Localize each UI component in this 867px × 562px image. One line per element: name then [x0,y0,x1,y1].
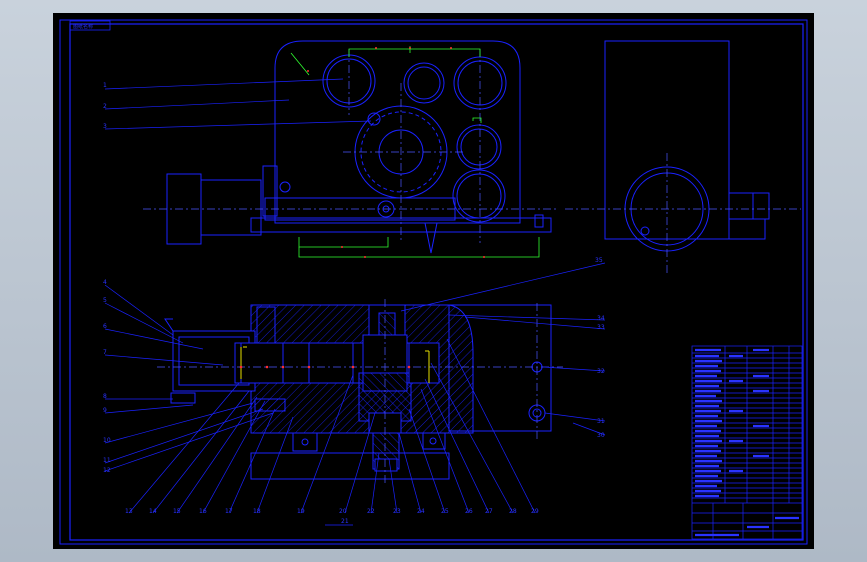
part-label: 4 [103,279,107,286]
part-labels-bottom: 13 14 15 16 17 18 19 20 21 22 23 24 25 2… [125,508,539,525]
part-label: 1 [103,82,107,89]
side-centerlines [565,153,801,273]
part-label: 9 [103,407,107,414]
part-label: 8 [103,393,107,400]
part-labels-right: 35 34 33 32 31 30 [595,257,605,439]
part-label: 12 [103,467,111,474]
part-label: 16 [199,508,207,515]
part-label: 26 [465,508,473,515]
part-label: 31 [597,418,605,425]
section-view [164,304,552,480]
part-label: 23 [393,508,401,515]
part-label: 21 [341,518,349,525]
part-label: 19 [297,508,305,515]
cad-viewport[interactable]: 图纸名称 1 2 3 4 5 6 7 8 9 10 11 12 13 14 15… [53,13,814,549]
front-view [166,40,552,254]
side-view [604,40,770,252]
part-label: 14 [149,508,157,515]
part-label: 34 [597,315,605,322]
part-label: 24 [417,508,425,515]
part-labels-left-mid: 4 5 6 7 8 9 10 11 12 [103,279,111,474]
part-label: 5 [103,297,107,304]
part-label: 29 [531,508,539,515]
part-label: 11 [103,457,111,464]
part-label: 25 [441,508,449,515]
corner-label: 图纸名称 [73,23,93,30]
part-label: 30 [597,432,605,439]
leader-lines [104,78,606,514]
part-label: 20 [339,508,347,515]
part-label: 22 [367,508,375,515]
inner-frame [69,23,804,541]
part-label: 3 [103,123,107,130]
part-label: 15 [173,508,181,515]
part-label: 27 [485,508,493,515]
outer-frame [59,19,808,545]
part-label: 33 [597,324,605,331]
part-label: 6 [103,323,107,330]
front-centerlines [143,49,558,243]
part-label: 13 [125,508,133,515]
part-label: 18 [253,508,261,515]
part-label: 10 [103,437,111,444]
part-label: 2 [103,103,107,110]
part-label: 35 [595,257,603,264]
assembly-drawing: 图纸名称 1 2 3 4 5 6 7 8 9 10 11 12 13 14 15… [59,19,808,545]
part-label: 32 [597,368,605,375]
part-label: 7 [103,349,107,356]
part-label: 28 [509,508,517,515]
part-label: 17 [225,508,233,515]
